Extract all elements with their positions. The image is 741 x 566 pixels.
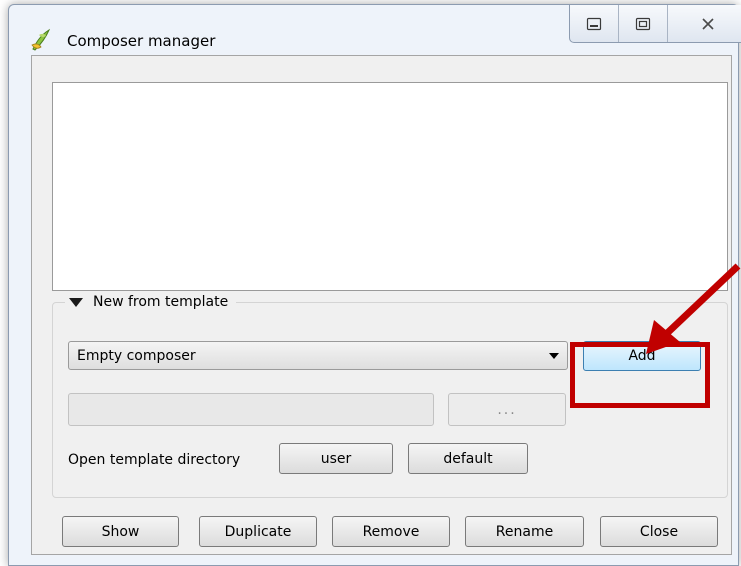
group-title: New from template — [93, 294, 229, 310]
composer-list[interactable] — [52, 82, 728, 291]
default-dir-button[interactable]: default — [408, 443, 528, 474]
close-icon — [701, 17, 714, 30]
maximize-icon — [635, 17, 651, 30]
show-button[interactable]: Show — [62, 516, 179, 547]
close-window-button[interactable] — [668, 5, 741, 42]
close-button[interactable]: Close — [600, 516, 718, 547]
template-select-value: Empty composer — [77, 347, 196, 364]
open-template-dir-label: Open template directory — [68, 452, 241, 468]
remove-button[interactable]: Remove — [332, 516, 450, 547]
triangle-down-icon — [69, 297, 83, 307]
new-from-template-group: New from template Empty composer Add ...… — [52, 291, 728, 498]
window-controls — [569, 5, 741, 43]
duplicate-button[interactable]: Duplicate — [199, 516, 317, 547]
rename-button[interactable]: Rename — [465, 516, 584, 547]
chevron-down-icon — [549, 352, 559, 359]
browse-button[interactable]: ... — [448, 393, 566, 426]
group-header[interactable]: New from template — [65, 291, 237, 313]
minimize-button[interactable] — [570, 5, 619, 42]
maximize-button[interactable] — [619, 5, 668, 42]
minimize-icon — [586, 17, 602, 30]
composer-manager-window: Composer manager New from template Empty… — [8, 4, 741, 566]
template-path-input[interactable] — [68, 393, 434, 426]
user-dir-button[interactable]: user — [279, 443, 393, 474]
window-title: Composer manager — [67, 32, 216, 50]
title-bar[interactable]: Composer manager — [9, 5, 741, 55]
qgis-icon — [31, 28, 51, 51]
dialog-body: New from template Empty composer Add ...… — [31, 55, 732, 555]
add-button[interactable]: Add — [583, 341, 701, 371]
template-select[interactable]: Empty composer — [68, 341, 568, 370]
